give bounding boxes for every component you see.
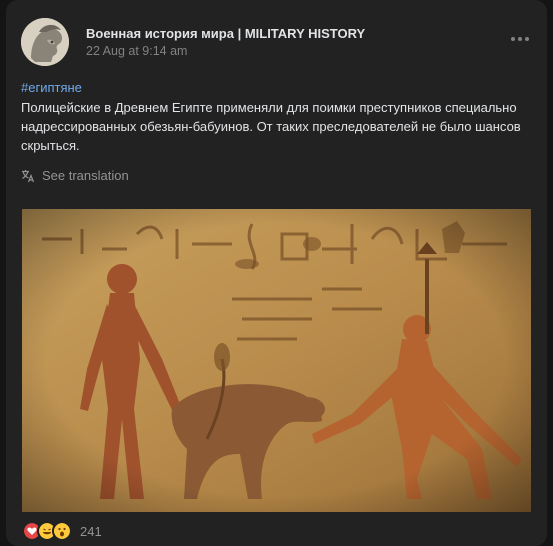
see-translation-label: See translation	[42, 168, 129, 183]
author-name[interactable]: Военная история мира | MILITARY HISTORY	[86, 26, 365, 41]
reactions-count: 241	[80, 523, 102, 539]
post-text: Полицейские в Древнем Египте применяли д…	[21, 100, 521, 153]
post-timestamp[interactable]: 22 Aug at 9:14 am	[86, 44, 187, 58]
translate-icon	[21, 169, 35, 183]
community-avatar[interactable]	[21, 18, 69, 66]
see-translation-button[interactable]: See translation	[21, 168, 129, 183]
post-card: Военная история мира | MILITARY HISTORY …	[6, 0, 547, 546]
reactions-bar[interactable]: 241	[22, 521, 102, 541]
hashtag-link[interactable]: #египтяне	[21, 80, 82, 95]
post-photo[interactable]	[22, 209, 531, 512]
surprised-reaction-icon	[52, 521, 72, 541]
more-horizontal-icon[interactable]	[511, 34, 531, 44]
